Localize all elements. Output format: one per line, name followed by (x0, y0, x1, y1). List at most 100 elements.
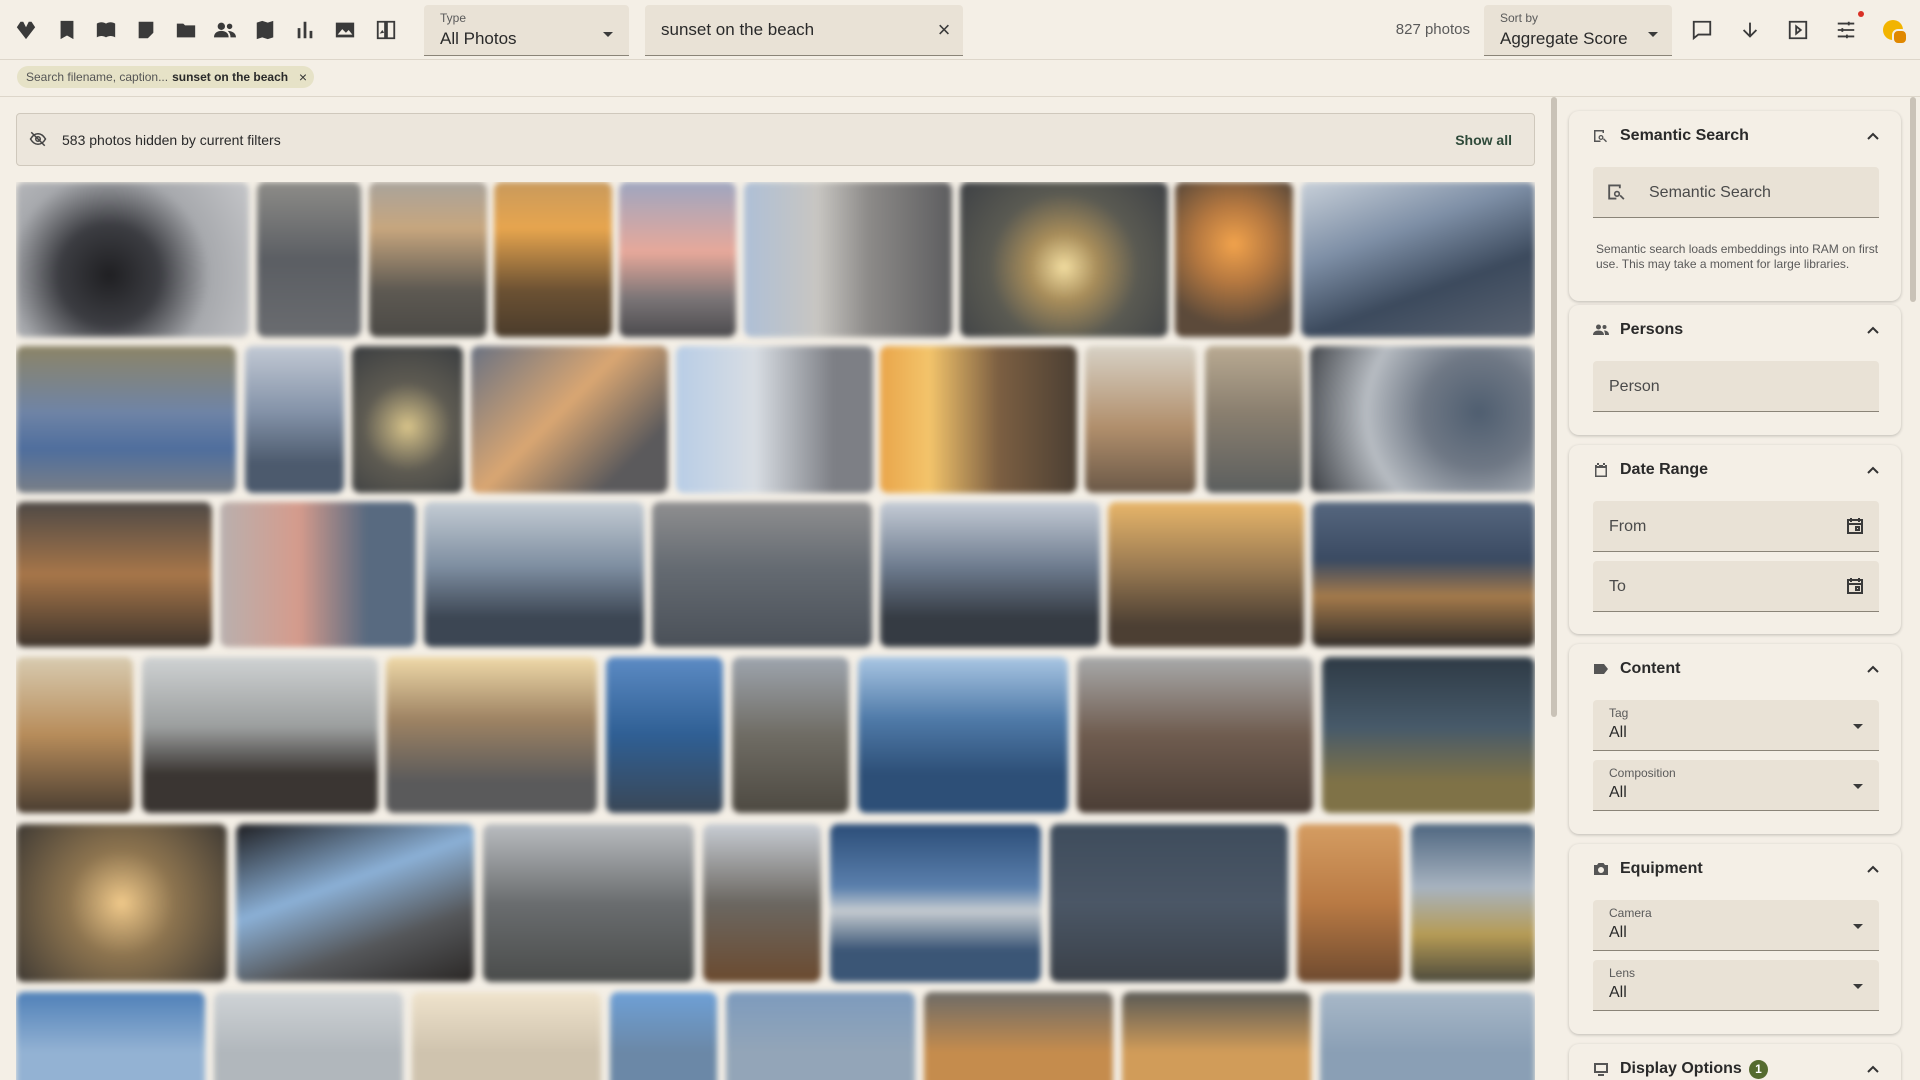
photo-thumbnail[interactable] (726, 992, 915, 1080)
persons-header[interactable]: Persons (1569, 305, 1901, 355)
photo-library-icon[interactable] (331, 16, 359, 44)
date-from-input[interactable]: From (1593, 501, 1879, 552)
photo-thumbnail[interactable] (142, 657, 378, 813)
photo-thumbnail[interactable] (471, 346, 668, 493)
person-input[interactable]: Person (1593, 361, 1879, 412)
photo-thumbnail[interactable] (1310, 346, 1535, 493)
filter-sidebar: Semantic Search Semantic Search Semantic… (1565, 97, 1905, 1080)
composition-label: Composition (1609, 766, 1676, 780)
book-icon[interactable] (92, 16, 120, 44)
semantic-search-header[interactable]: Semantic Search (1569, 111, 1901, 161)
search-input[interactable]: sunset on the beach (661, 20, 814, 40)
photo-thumbnail[interactable] (245, 346, 344, 493)
filter-chip[interactable]: Search filename, caption... sunset on the… (17, 66, 315, 88)
notes-icon[interactable] (132, 16, 160, 44)
chevron-up-icon[interactable] (1867, 1063, 1879, 1075)
photo-thumbnail[interactable] (652, 502, 872, 647)
photo-thumbnail[interactable] (1301, 182, 1535, 337)
image-search-icon (1607, 182, 1627, 202)
tag-select[interactable]: Tag All (1593, 700, 1879, 751)
tune-icon[interactable] (1833, 17, 1859, 43)
photo-thumbnail[interactable] (1205, 346, 1303, 493)
semantic-search-input[interactable]: Semantic Search (1593, 167, 1879, 218)
photo-thumbnail[interactable] (494, 182, 612, 337)
chevron-up-icon[interactable] (1867, 863, 1879, 875)
photo-thumbnail[interactable] (1411, 824, 1535, 982)
chevron-up-icon[interactable] (1867, 324, 1879, 336)
arrow-down-icon[interactable] (1737, 17, 1763, 43)
photo-thumbnail[interactable] (1108, 502, 1304, 647)
photo-thumbnail[interactable] (352, 346, 463, 493)
photo-thumbnail[interactable] (606, 657, 723, 813)
photo-thumbnail[interactable] (732, 657, 849, 813)
photo-thumbnail[interactable] (676, 346, 873, 493)
slideshow-icon[interactable] (1785, 17, 1811, 43)
lens-select[interactable]: Lens All (1593, 960, 1879, 1011)
photo-thumbnail[interactable] (1122, 992, 1311, 1080)
camera-select[interactable]: Camera All (1593, 900, 1879, 951)
display-options-header[interactable]: Display Options 1 (1569, 1044, 1901, 1080)
chip-close-icon[interactable]: × (299, 66, 307, 88)
show-all-button[interactable]: Show all (1455, 132, 1512, 148)
photo-thumbnail[interactable] (412, 992, 601, 1080)
photo-thumbnail[interactable] (16, 502, 212, 647)
photo-thumbnail[interactable] (1085, 346, 1196, 493)
diamond-icon[interactable] (12, 16, 40, 44)
photo-thumbnail[interactable] (619, 182, 736, 337)
bookmark-icon[interactable] (53, 16, 81, 44)
date-range-header[interactable]: Date Range (1569, 445, 1901, 495)
photo-thumbnail[interactable] (1312, 502, 1535, 647)
photo-thumbnail[interactable] (960, 182, 1168, 337)
coin-icon[interactable] (1883, 20, 1908, 45)
photo-thumbnail[interactable] (830, 824, 1041, 982)
photo-thumbnail[interactable] (744, 182, 952, 337)
photo-thumbnail[interactable] (1175, 182, 1293, 337)
photo-thumbnail[interactable] (1320, 992, 1535, 1080)
type-select[interactable]: Type All Photos (424, 5, 629, 56)
composition-select[interactable]: Composition All (1593, 760, 1879, 811)
photo-thumbnail[interactable] (924, 992, 1113, 1080)
chevron-up-icon[interactable] (1867, 464, 1879, 476)
photo-thumbnail[interactable] (16, 182, 249, 337)
photo-thumbnail[interactable] (386, 657, 597, 813)
photo-thumbnail[interactable] (369, 182, 487, 337)
photo-thumbnail[interactable] (858, 657, 1068, 813)
photo-thumbnail[interactable] (220, 502, 416, 647)
photo-thumbnail[interactable] (703, 824, 821, 982)
bar-chart-icon[interactable] (291, 16, 319, 44)
compare-icon[interactable] (372, 16, 400, 44)
clear-search-icon[interactable]: × (933, 19, 955, 41)
folder-icon[interactable] (172, 16, 200, 44)
chevron-up-icon[interactable] (1867, 130, 1879, 142)
photo-thumbnail[interactable] (424, 502, 644, 647)
sidebar-scrollbar[interactable] (1910, 97, 1916, 302)
photo-thumbnail[interactable] (1077, 657, 1313, 813)
hidden-photos-banner: 583 photos hidden by current filters Sho… (16, 113, 1535, 166)
date-to-input[interactable]: To (1593, 561, 1879, 612)
people-icon[interactable] (211, 16, 239, 44)
comment-icon[interactable] (1689, 17, 1715, 43)
map-icon[interactable] (251, 16, 279, 44)
photo-thumbnail[interactable] (880, 346, 1077, 493)
search-field[interactable]: sunset on the beach × (645, 5, 963, 56)
photo-thumbnail[interactable] (880, 502, 1100, 647)
calendar-icon[interactable] (1845, 576, 1865, 596)
photo-thumbnail[interactable] (1050, 824, 1288, 982)
sort-select[interactable]: Sort by Aggregate Score (1484, 5, 1672, 56)
photo-thumbnail[interactable] (214, 992, 403, 1080)
photo-thumbnail[interactable] (1322, 657, 1535, 813)
grid-scrollbar[interactable] (1551, 97, 1557, 717)
photo-thumbnail[interactable] (16, 657, 133, 813)
photo-thumbnail[interactable] (257, 182, 361, 337)
chevron-up-icon[interactable] (1867, 663, 1879, 675)
photo-thumbnail[interactable] (16, 824, 227, 982)
equipment-header[interactable]: Equipment (1569, 844, 1901, 894)
photo-thumbnail[interactable] (16, 992, 205, 1080)
photo-thumbnail[interactable] (610, 992, 717, 1080)
calendar-icon[interactable] (1845, 516, 1865, 536)
photo-thumbnail[interactable] (483, 824, 694, 982)
photo-thumbnail[interactable] (236, 824, 474, 982)
photo-thumbnail[interactable] (1297, 824, 1402, 982)
photo-thumbnail[interactable] (16, 346, 236, 493)
content-header[interactable]: Content (1569, 644, 1901, 694)
